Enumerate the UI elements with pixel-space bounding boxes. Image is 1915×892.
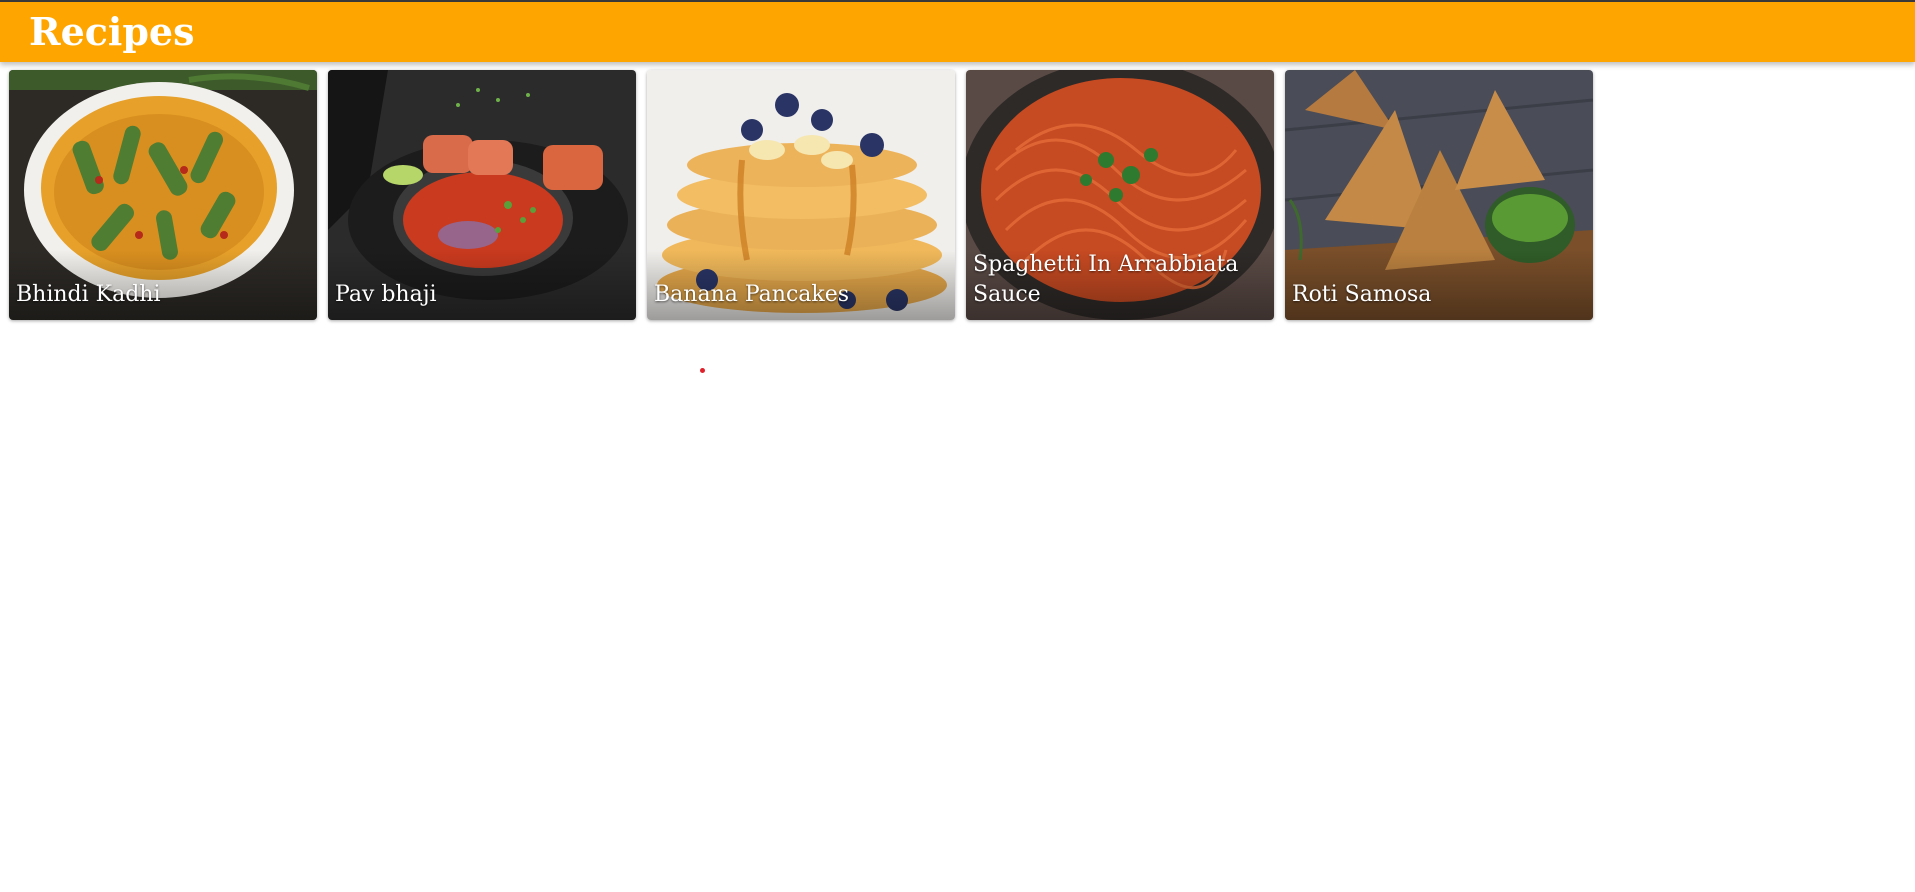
loading-dot-icon (700, 368, 705, 373)
recipe-card-banana-pancakes[interactable]: Banana Pancakes (647, 70, 955, 320)
app-bar: Recipes (0, 2, 1915, 62)
recipe-title: Roti Samosa (1292, 282, 1432, 307)
recipe-grid: Bhindi Kadhi Pav bhaji Banana Pancakes S… (9, 70, 1593, 320)
recipe-card-roti-samosa[interactable]: Roti Samosa (1285, 70, 1593, 320)
recipe-title: Banana Pancakes (654, 282, 850, 307)
recipe-card-pav-bhaji[interactable]: Pav bhaji (328, 70, 636, 320)
recipe-title: Bhindi Kadhi (16, 282, 161, 307)
recipe-title: Pav bhaji (335, 282, 437, 307)
recipe-card-spaghetti[interactable]: Spaghetti In Arrabbiata Sauce (966, 70, 1274, 320)
recipe-title: Spaghetti In Arrabbiata Sauce (973, 252, 1239, 307)
app-title: Recipes (29, 9, 195, 54)
recipe-card-bhindi-kadhi[interactable]: Bhindi Kadhi (9, 70, 317, 320)
